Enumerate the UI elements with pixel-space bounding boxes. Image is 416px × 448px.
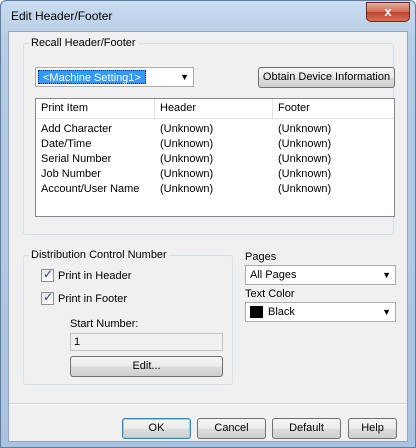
pages-value: All Pages [250, 269, 297, 281]
column-header-footer[interactable]: Footer [278, 102, 310, 114]
recall-group-label: Recall Header/Footer [29, 37, 138, 49]
cell-print-item: Account/User Name [41, 183, 140, 195]
table-row[interactable]: Account/User Name (Unknown) (Unknown) [36, 183, 394, 198]
cell-print-item: Add Character [41, 123, 112, 135]
chevron-down-icon: ▼ [382, 307, 391, 317]
checkmark-icon[interactable] [41, 267, 54, 282]
table-row[interactable]: Job Number (Unknown) (Unknown) [36, 168, 394, 183]
cell-header: (Unknown) [160, 168, 214, 180]
recall-setting-value: <Machine Setting1> [38, 70, 146, 84]
pages-label: Pages [245, 251, 277, 263]
column-divider[interactable] [272, 99, 273, 119]
column-header-header[interactable]: Header [160, 102, 196, 114]
cell-header: (Unknown) [160, 123, 214, 135]
table-row[interactable]: Date/Time (Unknown) (Unknown) [36, 138, 394, 153]
print-in-footer-label: Print in Footer [58, 292, 128, 305]
obtain-device-info-button[interactable]: Obtain Device Information [258, 67, 395, 88]
start-number-field[interactable]: 1 [70, 333, 223, 351]
recall-setting-select[interactable]: <Machine Setting1> ▼ [35, 67, 194, 87]
column-header-print-item[interactable]: Print Item [41, 102, 88, 114]
cell-footer: (Unknown) [278, 123, 332, 135]
cell-header: (Unknown) [160, 183, 214, 195]
cell-footer: (Unknown) [278, 168, 332, 180]
cancel-button[interactable]: Cancel [197, 418, 266, 439]
dialog-client-area: Recall Header/Footer <Machine Setting1> … [8, 31, 408, 442]
distribution-group-label: Distribution Control Number [29, 249, 169, 261]
help-button[interactable]: Help [348, 418, 397, 439]
list-header: Print Item Header Footer [36, 99, 394, 119]
header-footer-list[interactable]: Print Item Header Footer Add Character (… [35, 98, 395, 217]
checkmark-icon[interactable] [41, 290, 54, 305]
close-icon[interactable]: x [366, 2, 410, 22]
dialog-window: Edit Header/Footer x Recall Header/Foote… [0, 0, 416, 448]
pages-select[interactable]: All Pages ▼ [245, 265, 396, 285]
text-color-value: Black [268, 306, 295, 318]
chevron-down-icon: ▼ [180, 72, 189, 82]
table-row[interactable]: Add Character (Unknown) (Unknown) [36, 123, 394, 138]
text-color-select[interactable]: Black ▼ [245, 302, 396, 322]
default-button[interactable]: Default [272, 418, 341, 439]
edit-button[interactable]: Edit... [70, 356, 223, 377]
color-swatch [250, 306, 263, 318]
cell-footer: (Unknown) [278, 138, 332, 150]
start-number-label: Start Number: [70, 318, 139, 330]
cell-footer: (Unknown) [278, 153, 332, 165]
cell-header: (Unknown) [160, 153, 214, 165]
print-in-footer-checkbox[interactable]: Print in Footer [41, 290, 128, 305]
cell-print-item: Serial Number [41, 153, 112, 165]
title-bar[interactable]: Edit Header/Footer x [1, 1, 415, 31]
cell-header: (Unknown) [160, 138, 214, 150]
separator-highlight [9, 404, 407, 405]
print-in-header-checkbox[interactable]: Print in Header [41, 267, 132, 282]
text-color-label: Text Color [245, 288, 295, 300]
column-divider[interactable] [154, 99, 155, 119]
cell-print-item: Job Number [41, 168, 101, 180]
window-title: Edit Header/Footer [11, 9, 113, 23]
ok-button[interactable]: OK [122, 418, 191, 439]
table-row[interactable]: Serial Number (Unknown) (Unknown) [36, 153, 394, 168]
chevron-down-icon: ▼ [382, 270, 391, 280]
print-in-header-label: Print in Header [58, 269, 132, 282]
cell-footer: (Unknown) [278, 183, 332, 195]
cell-print-item: Date/Time [41, 138, 92, 150]
